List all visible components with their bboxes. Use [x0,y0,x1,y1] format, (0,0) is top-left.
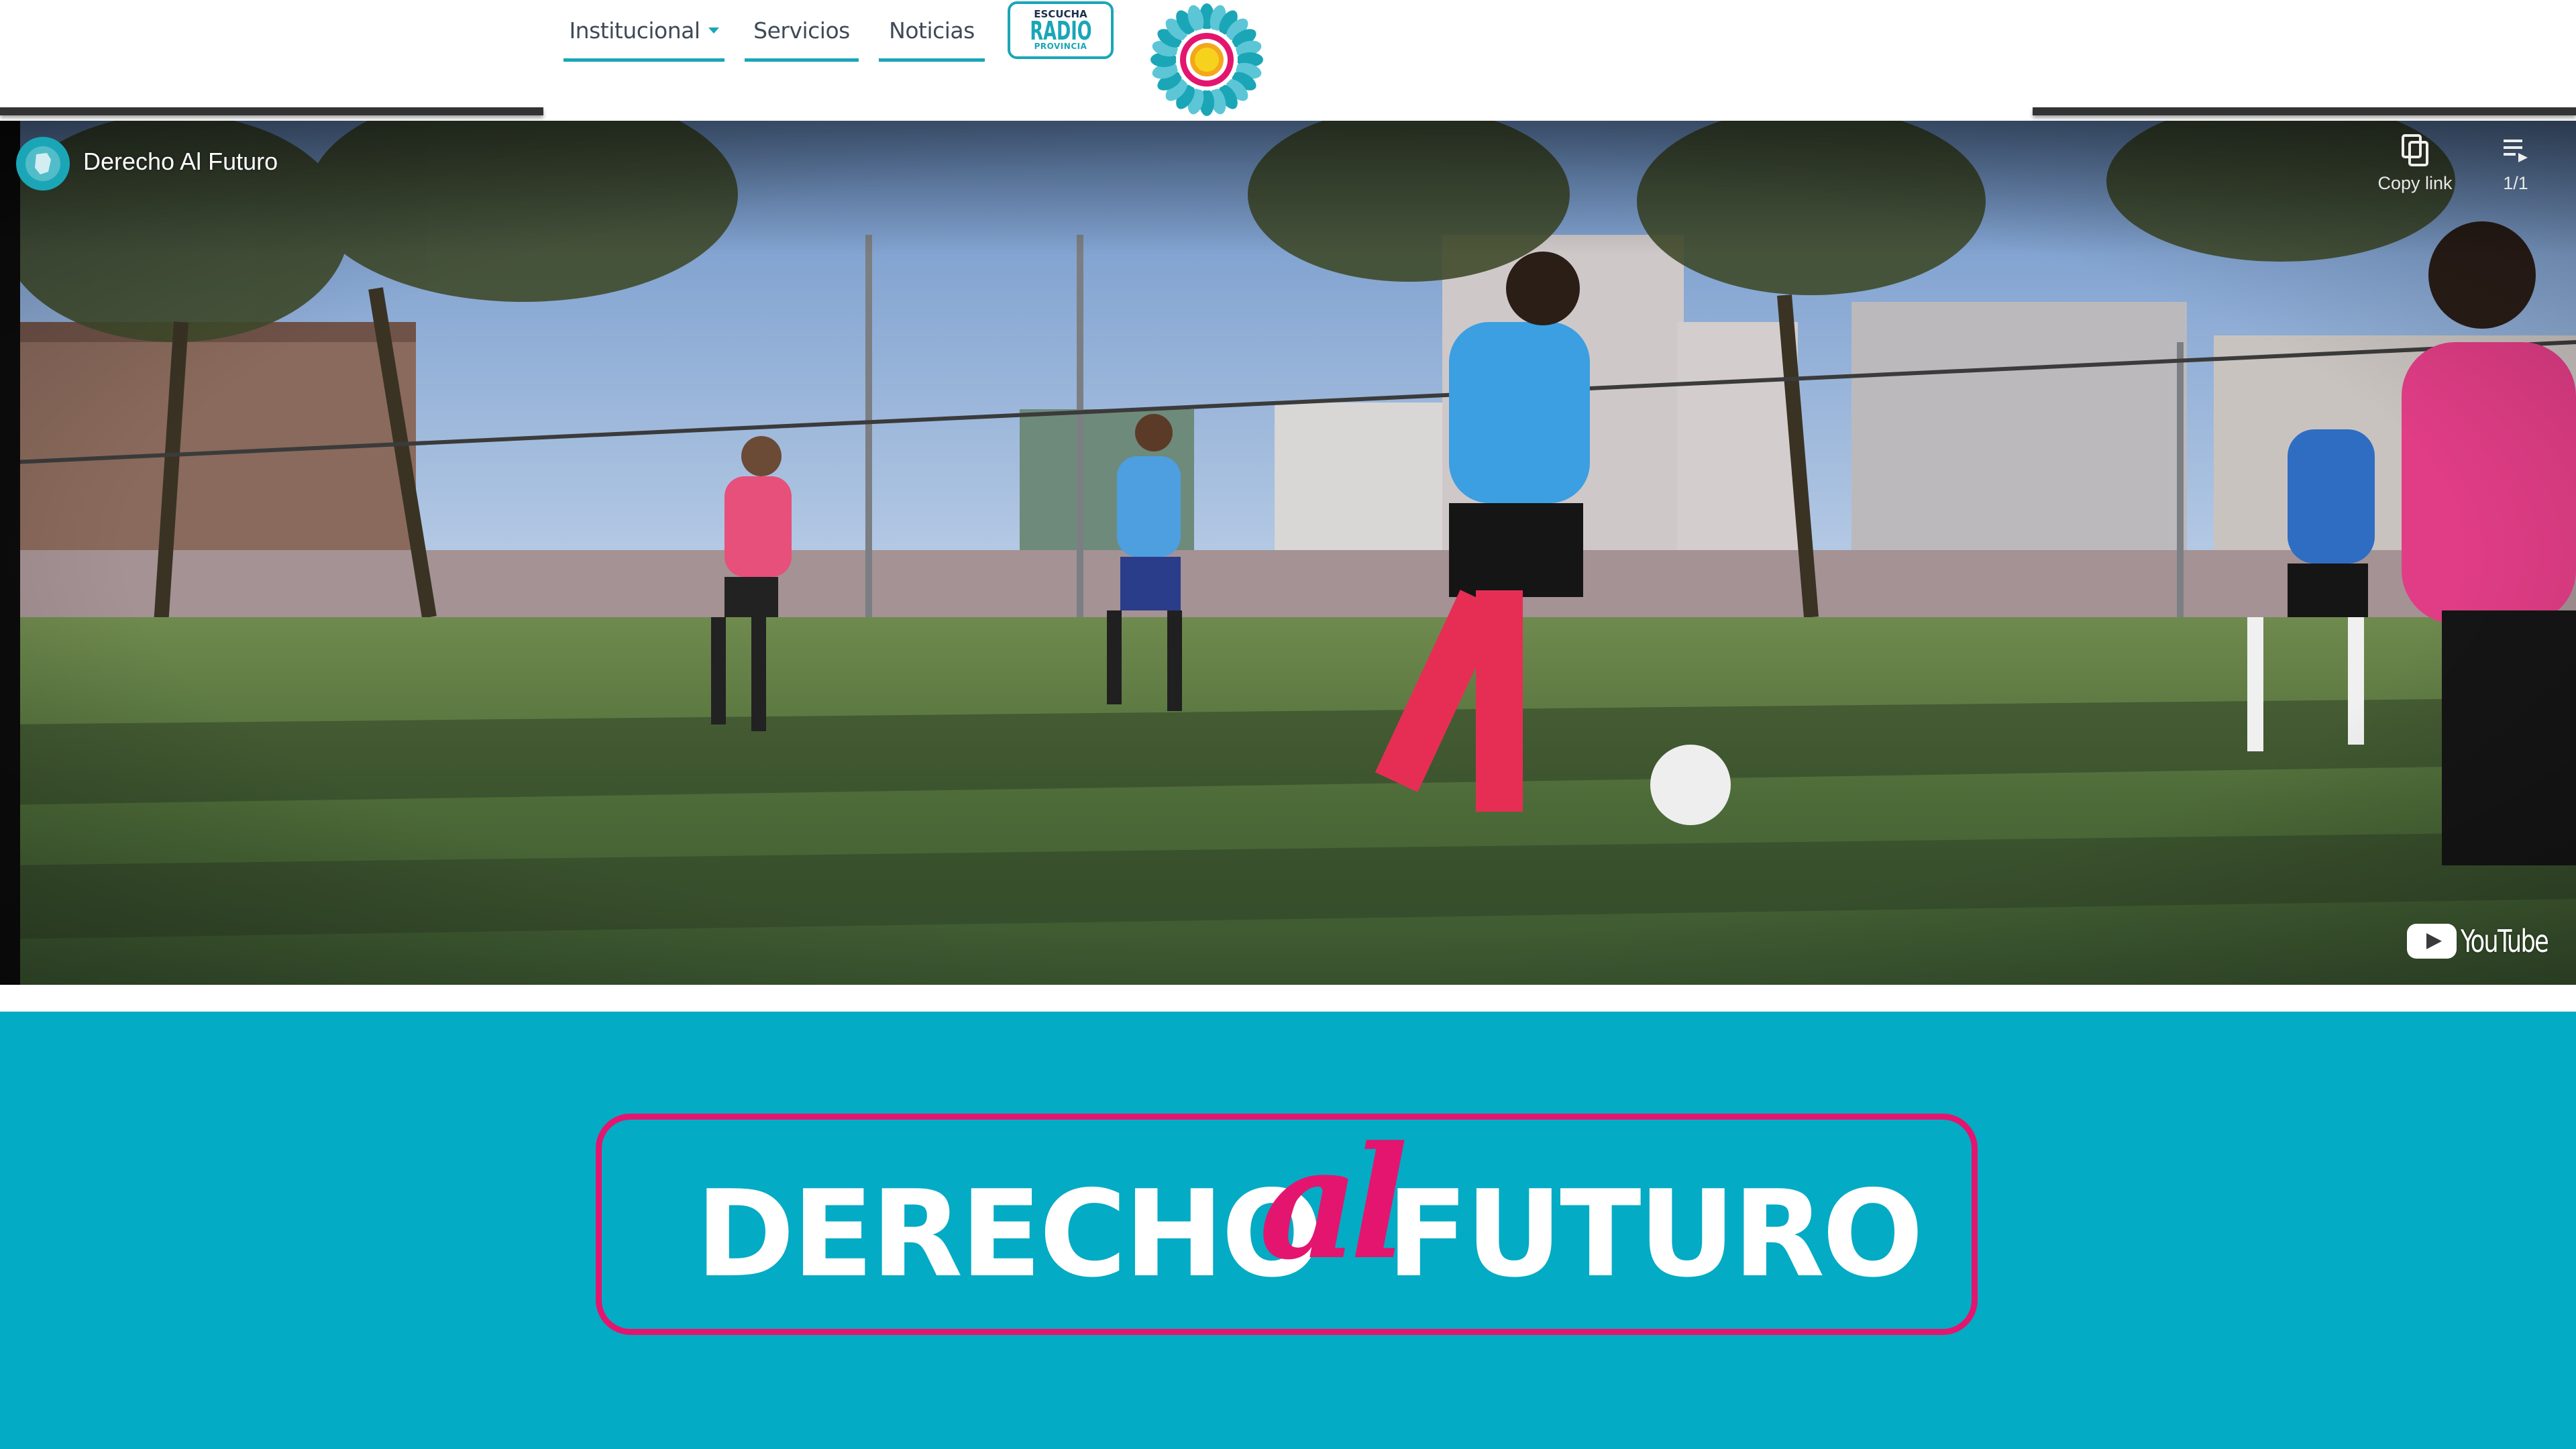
escucha-radio-provincia-button[interactable]: ESCUCHA RADIO PROVINCIA [1008,1,1114,59]
derecho-al-futuro-banner: DERECHO al FUTURO [0,1012,2576,1449]
nav-institucional[interactable]: Institucional [564,0,724,62]
playlist-count: 1/1 [2503,173,2528,193]
nav-institucional-label: Institucional [569,17,700,44]
nav-servicios-label: Servicios [753,17,850,44]
playlist-icon [2504,140,2528,162]
youtube-video-embed[interactable]: Derecho Al Futuro Copy link 1/1 YouTube [0,121,2576,985]
banner-word-futuro: FUTURO [1387,1165,1923,1303]
header-divider-left [0,107,543,115]
header-divider-right [2033,107,2576,115]
site-header: Institucional Servicios Noticias ESCUCHA… [0,0,2576,121]
video-title-link[interactable]: Derecho Al Futuro [83,148,278,176]
copy-icon [2402,134,2428,166]
banner-logo-frame: DERECHO al FUTURO [596,1114,1978,1335]
nav-noticias-label: Noticias [889,17,975,44]
nav-noticias[interactable]: Noticias [879,0,985,62]
radio-main-label: RADIO [1029,16,1092,46]
video-top-gradient [0,121,2576,255]
channel-avatar-icon[interactable] [16,137,70,191]
provincia-sun-emblem-icon[interactable] [1150,3,1264,117]
playlist-button[interactable]: 1/1 [2482,134,2549,201]
banner-word-derecho: DERECHO [696,1165,1323,1303]
youtube-watermark[interactable]: YouTube [2407,923,2563,959]
youtube-play-icon [2407,924,2457,959]
copy-link-button[interactable]: Copy link [2368,134,2462,201]
chevron-down-icon [708,28,719,34]
nav-servicios[interactable]: Servicios [745,0,859,62]
copy-link-label: Copy link [2377,173,2453,193]
banner-word-al: al [1259,1113,1408,1294]
youtube-wordmark: YouTube [2461,923,2549,959]
